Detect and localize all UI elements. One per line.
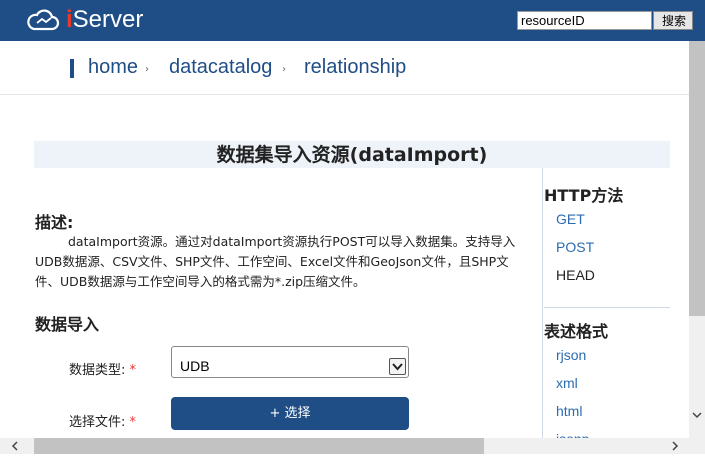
http-method-post[interactable]: POST (556, 239, 594, 255)
scroll-right-icon[interactable] (660, 438, 689, 454)
cloud-icon (26, 8, 60, 32)
data-type-label: 数据类型: * (69, 363, 137, 378)
data-type-value: UDB (180, 358, 210, 374)
horizontal-scroll-thumb[interactable] (34, 438, 484, 454)
description-heading: 描述: (35, 213, 74, 232)
formats-title: 表述格式 (544, 322, 609, 341)
breadcrumb-separator: › (145, 64, 149, 75)
breadcrumb-separator: › (282, 64, 286, 75)
http-method-head: HEAD (556, 267, 595, 283)
description-text: dataImport资源。通过对dataImport资源执行POST可以导入数据… (35, 234, 516, 289)
breadcrumb-home[interactable]: home (88, 56, 138, 79)
chevron-down-icon[interactable] (389, 358, 406, 375)
search-input[interactable] (517, 11, 652, 30)
http-methods-title: HTTP方法 (544, 186, 624, 205)
sidebar-divider (542, 168, 543, 438)
breadcrumb-marker (70, 59, 74, 78)
search-button[interactable]: 搜索 (653, 11, 693, 30)
file-label: 选择文件: * (69, 415, 137, 430)
scroll-left-icon[interactable] (0, 438, 30, 454)
format-xml[interactable]: xml (556, 375, 578, 391)
data-import-heading: 数据导入 (35, 315, 100, 334)
http-method-get[interactable]: GET (556, 211, 585, 227)
iserver-logo[interactable]: iServer (26, 6, 143, 34)
format-html[interactable]: html (556, 403, 582, 419)
sidebar-section-divider (544, 307, 670, 308)
vertical-scroll-thumb[interactable] (689, 41, 705, 316)
required-mark: * (129, 415, 137, 430)
page-title: 数据集导入资源(dataImport) (216, 144, 488, 166)
select-file-button[interactable]: + 选择 (171, 397, 409, 430)
breadcrumb-relationship[interactable]: relationship (304, 56, 406, 79)
format-rjson[interactable]: rjson (556, 347, 586, 363)
breadcrumb-datacatalog[interactable]: datacatalog (169, 56, 272, 79)
scroll-down-icon[interactable] (689, 405, 705, 425)
logo-text: iServer (66, 6, 144, 33)
data-type-select[interactable]: UDB (171, 346, 409, 378)
required-mark: * (129, 363, 137, 378)
